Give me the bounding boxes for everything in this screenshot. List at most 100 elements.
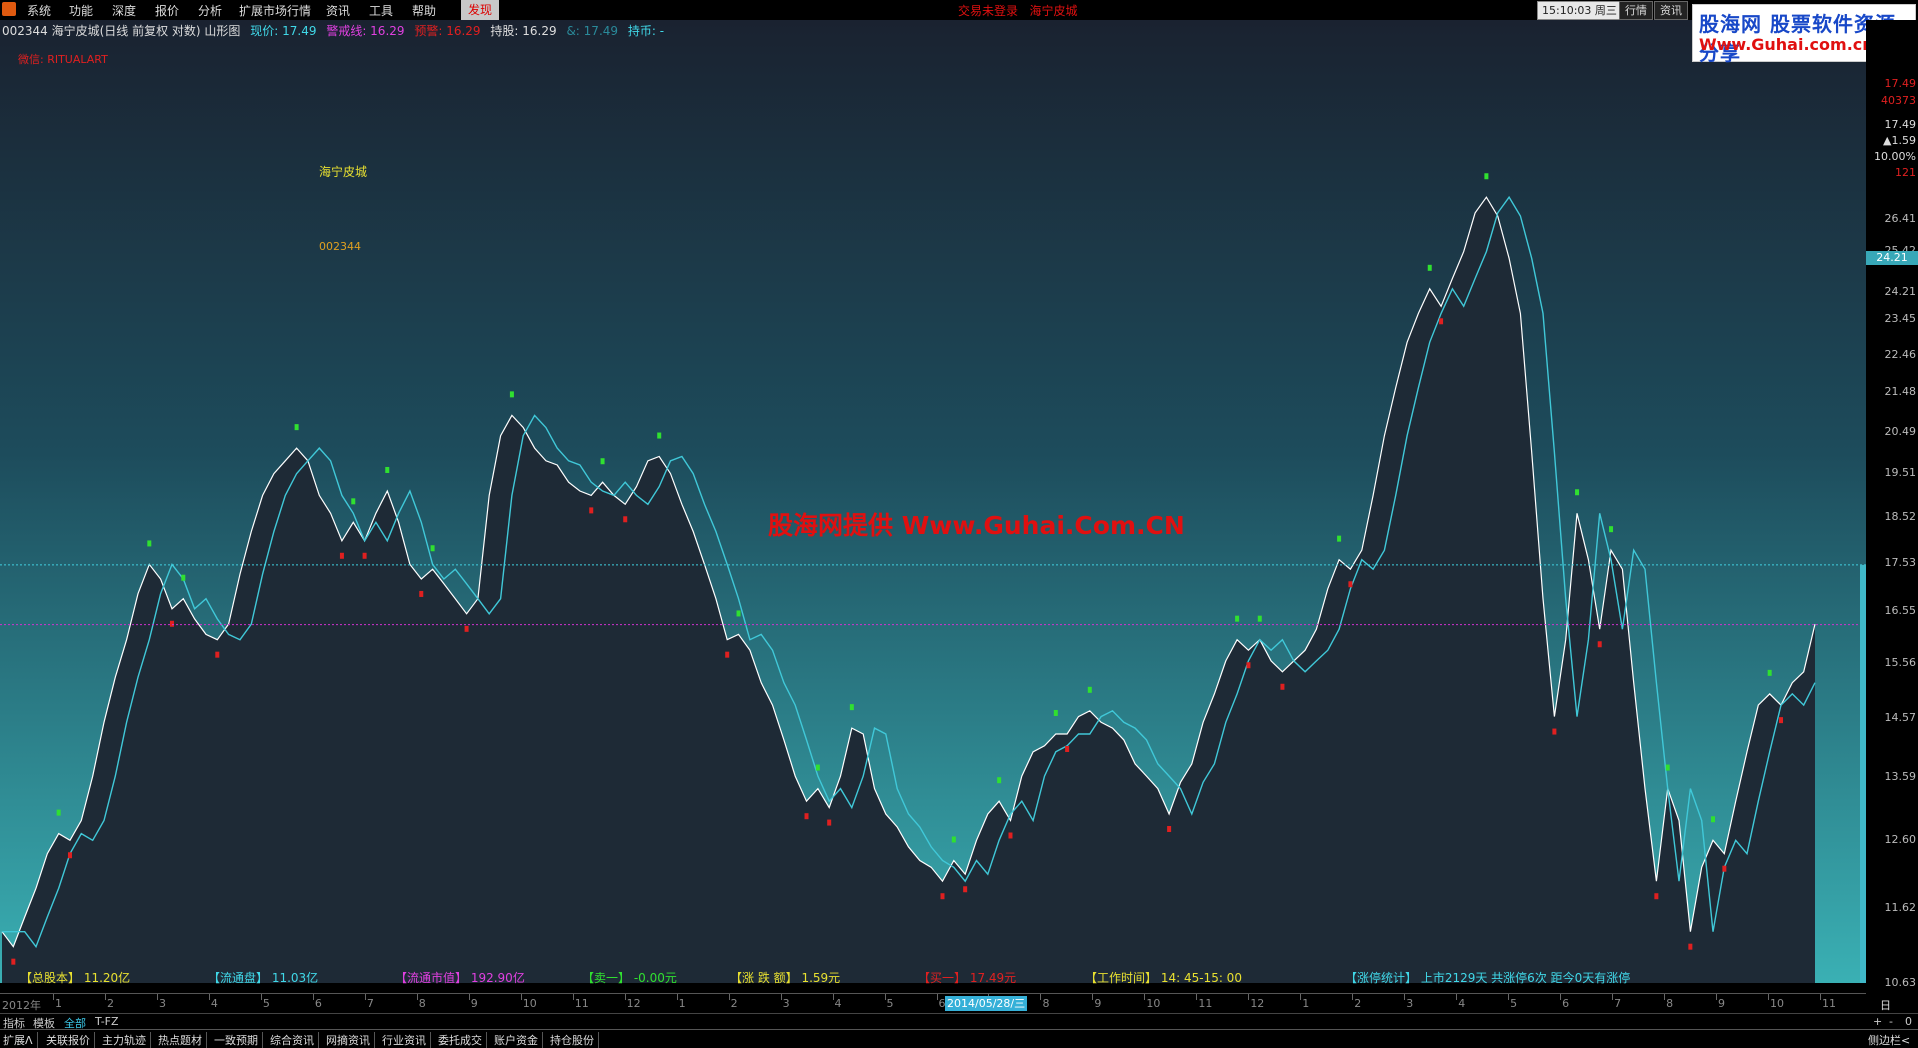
axis-quote-volume: 40373 [1881, 94, 1916, 107]
up-marker [815, 764, 820, 771]
month-tick-label: 2 [106, 997, 114, 1010]
stat-item: 【总股本】 11.20亿 [20, 969, 130, 986]
axis-quote-change: ▲1.59 [1883, 134, 1916, 147]
zoom-out-button[interactable]: - [1889, 1015, 1893, 1028]
month-tick-label: 9 [1094, 997, 1102, 1010]
axis-tick-label: 23.45 [1884, 311, 1917, 325]
down-marker [339, 552, 344, 559]
axis-tick-label: 12.60 [1884, 833, 1917, 847]
stat-label: 【流通盘】 [208, 971, 269, 985]
up-marker [657, 432, 662, 439]
menu-analysis[interactable]: 分析 [198, 2, 222, 19]
bottom-button[interactable]: 热点题材 [158, 1032, 207, 1048]
down-marker [1348, 581, 1353, 588]
month-tick-mark [728, 994, 730, 1000]
menu-quote[interactable]: 报价 [155, 2, 179, 19]
axis-tick-label: 16.55 [1884, 604, 1917, 618]
month-tick-mark [572, 994, 574, 1000]
year-label: 2012年 [2, 999, 41, 1012]
month-tick-label: 3 [782, 997, 790, 1010]
bottom-button[interactable]: 账户资金 [494, 1032, 543, 1048]
month-tick-mark [520, 994, 522, 1000]
month-tick-label: 2 [1354, 997, 1362, 1010]
down-marker [1439, 318, 1444, 325]
stat-label: 【涨停统计】 [1345, 971, 1418, 985]
bottom-button[interactable]: 持仓股份 [550, 1032, 599, 1048]
menu-extended-market[interactable]: 扩展市场行情 [239, 2, 311, 19]
stat-item: 【流通市值】 192.90亿 [395, 969, 525, 986]
time-axis: 2012年 1234567891011121234567891011121234… [0, 993, 1891, 1028]
bottom-button[interactable]: 网摘资讯 [326, 1032, 375, 1048]
month-tick-mark [1820, 994, 1821, 1000]
stat-item: 【卖一】 -0.00元 [582, 969, 677, 986]
up-marker [600, 458, 605, 465]
axis-tick-label: 14.57 [1884, 711, 1917, 725]
axis-tick-label: 18.52 [1884, 509, 1917, 523]
up-marker [56, 809, 61, 816]
month-tick-label: 10 [1770, 997, 1785, 1010]
month-tick-mark [1092, 994, 1094, 1000]
stock-name-annotation: 海宁皮城 [319, 165, 368, 179]
indicator-tab-row: 指标 模板 全部 T-FZ + - 0 [0, 1013, 1918, 1030]
month-tick-mark [468, 994, 470, 1000]
tab-tfz[interactable]: T-FZ [95, 1015, 119, 1028]
menu-tools[interactable]: 工具 [369, 2, 393, 19]
bottom-button[interactable]: 行业资讯 [382, 1032, 431, 1048]
month-tick-mark [1508, 994, 1510, 1000]
down-marker [464, 625, 469, 632]
month-tick-label: 3 [1406, 997, 1414, 1010]
up-marker [1711, 816, 1716, 823]
menu-system[interactable]: 系统 [27, 2, 51, 19]
month-tick-mark [1248, 994, 1250, 1000]
menu-help[interactable]: 帮助 [412, 2, 436, 19]
month-tick-label: 9 [470, 997, 478, 1010]
menu-news[interactable]: 资讯 [326, 2, 350, 19]
bottom-button[interactable]: 关联报价 [46, 1032, 95, 1048]
month-tick-mark [1144, 994, 1146, 1000]
month-tick-mark [1040, 994, 1042, 1000]
axis-current-price: 24.21 [1866, 251, 1918, 265]
axis-quote-pct: 10.00% [1874, 150, 1916, 163]
month-tick-mark [53, 994, 54, 1000]
month-tick-mark [1352, 994, 1354, 1000]
down-marker [1167, 826, 1172, 833]
bottom-button[interactable]: 委托成交 [438, 1032, 487, 1048]
month-tick-label: 5 [1510, 997, 1518, 1010]
down-marker [589, 507, 594, 514]
price-chart[interactable] [0, 20, 1866, 983]
bottom-button[interactable]: 扩展Λ [3, 1032, 38, 1048]
month-tick-label: 10 [1146, 997, 1161, 1010]
up-marker [1337, 535, 1342, 542]
stat-value: 14: 45-15: 00 [1157, 971, 1242, 985]
month-tick-mark [1196, 994, 1198, 1000]
news-button[interactable]: 资讯 [1654, 1, 1688, 20]
sidebar-toggle-button[interactable]: 侧边栏< [1868, 1032, 1914, 1048]
stat-value: 11.03亿 [268, 971, 319, 985]
menu-function[interactable]: 功能 [69, 2, 93, 19]
clock-display: 15:10:03 周三 [1537, 1, 1622, 20]
mountain-chart-svg[interactable] [0, 20, 1866, 983]
zoom-reset-button[interactable]: 0 [1905, 1015, 1912, 1028]
down-marker [1779, 717, 1784, 724]
bottom-button[interactable]: 一致预期 [214, 1032, 263, 1048]
menu-discover[interactable]: 发现 [461, 0, 500, 20]
up-marker [736, 610, 741, 617]
down-marker [1722, 865, 1727, 872]
bottom-button[interactable]: 综合资讯 [270, 1032, 319, 1048]
quote-button[interactable]: 行情 [1619, 1, 1653, 20]
stat-value: 192.90亿 [467, 971, 525, 985]
down-marker [1597, 641, 1602, 648]
stat-label: 【买一】 [918, 971, 967, 985]
price-axis: 17.49 40373 17.49 ▲1.59 10.00% 121 26.41… [1866, 20, 1918, 989]
month-tick-label: 4 [834, 997, 842, 1010]
down-marker [1654, 893, 1659, 900]
bottom-button[interactable]: 主力轨迹 [102, 1032, 151, 1048]
stat-value: 1.59元 [797, 971, 841, 985]
menu-depth[interactable]: 深度 [112, 2, 136, 19]
zoom-in-button[interactable]: + [1873, 1015, 1882, 1028]
month-tick-mark [260, 994, 262, 1000]
month-tick-label: 3 [158, 997, 166, 1010]
month-tick-label: 5 [262, 997, 270, 1010]
axis-quote-price: 17.49 [1884, 77, 1917, 90]
up-marker [997, 777, 1002, 784]
